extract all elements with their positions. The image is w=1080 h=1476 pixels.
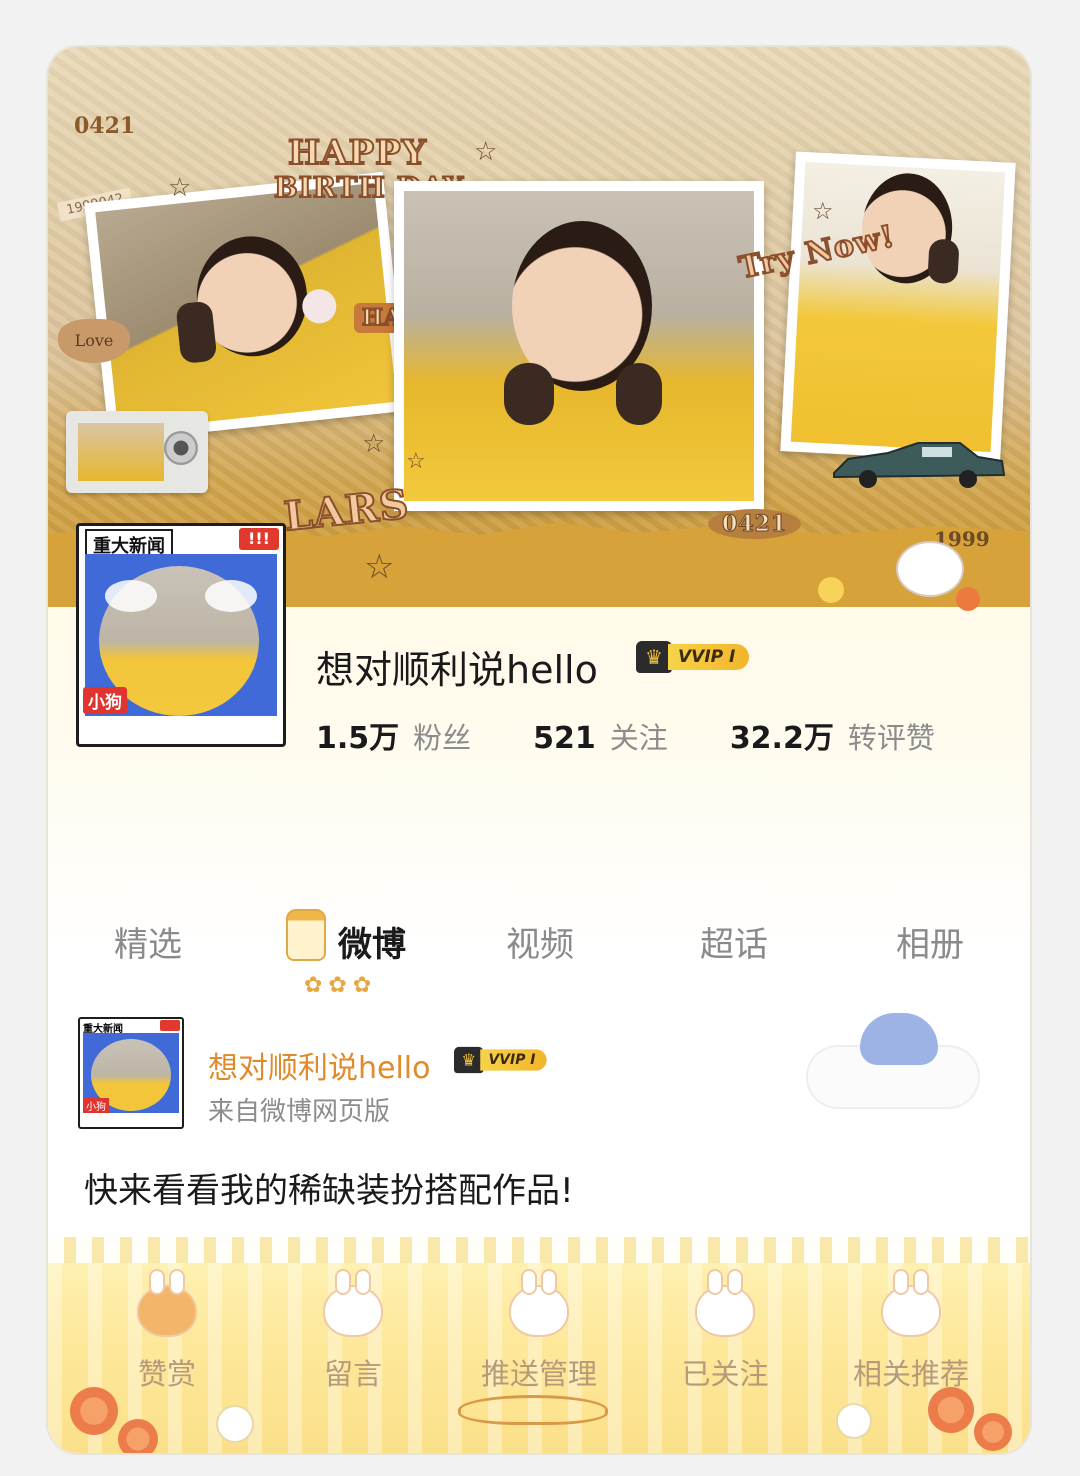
stat-label: 粉丝 [413, 721, 472, 755]
action-comment[interactable]: 留言 [278, 1271, 428, 1393]
star-icon: ☆ [362, 429, 386, 459]
camera-sticker [66, 411, 208, 493]
post-author-avatar[interactable]: 重大新闻 小狗 [78, 1017, 184, 1129]
stat-following[interactable]: 521 关注 [533, 715, 668, 757]
vvip-badge[interactable]: ♛ VVIP Ⅰ [454, 1046, 547, 1074]
stat-label: 转评赞 [847, 721, 935, 755]
star-icon: ☆ [406, 449, 426, 474]
star-icon: ☆ [474, 137, 498, 167]
action-label: 已关注 [681, 1357, 769, 1391]
action-push-settings[interactable]: 推送管理 [464, 1271, 614, 1393]
avatar-alert-badge: !!! [239, 528, 279, 550]
rose-icon [974, 1413, 1012, 1451]
flower-icon [956, 587, 980, 611]
flower-icon [838, 1405, 870, 1437]
star-icon: ☆ [812, 197, 834, 225]
date-oval-sticker: 0421 [708, 509, 802, 539]
action-label: 推送管理 [480, 1357, 597, 1391]
action-reward[interactable]: 赞赏 [92, 1271, 242, 1393]
speech-bubble-icon [105, 580, 157, 612]
bunny-icon [898, 543, 962, 595]
profile-stats: 1.5万 粉丝 521 关注 32.2万 转评赞 [316, 713, 997, 757]
tab-weibo[interactable]: 微博 [302, 917, 442, 966]
post-text: 快来看看我的稀缺装扮搭配作品! [84, 1171, 574, 1211]
tab-supertopic[interactable]: 超话 [664, 917, 804, 966]
action-label: 相关推荐 [852, 1357, 969, 1391]
tab-featured[interactable]: 精选 [78, 917, 218, 966]
bunny-icon [511, 1271, 567, 1335]
stat-value: 521 [533, 721, 596, 756]
lace-border [48, 1237, 1030, 1263]
flower-icon [818, 577, 844, 603]
stat-interactions[interactable]: 32.2万 转评赞 [730, 713, 935, 757]
profile-card: 0421 1999042 Love HAPPY BIRTH DAY HAPPY [48, 47, 1030, 1453]
vvip-label: VVIP Ⅰ [480, 1049, 547, 1071]
bunny-icon [325, 1271, 381, 1335]
fox-icon [139, 1271, 195, 1335]
speech-bubble-icon [205, 580, 257, 612]
bunny-icon [883, 1271, 939, 1335]
banner-number: 0421 [74, 113, 136, 139]
banner-photo-center [394, 181, 764, 511]
profile-avatar[interactable]: 重大新闻 !!! 小狗 [76, 523, 286, 747]
star-icon: ☆ [364, 547, 395, 587]
cloud-decoration [808, 1013, 978, 1107]
avatar-puppy-tag: 小狗 [83, 687, 127, 714]
stat-followers[interactable]: 1.5万 粉丝 [316, 713, 471, 757]
happy-headline: HAPPY [287, 132, 427, 174]
car-sticker [833, 442, 1006, 488]
rose-icon [118, 1419, 158, 1453]
stat-label: 关注 [609, 721, 668, 755]
profile-name: 想对顺利说hello [316, 648, 598, 692]
crown-icon: ♛ [454, 1046, 484, 1074]
action-recommend[interactable]: 相关推荐 [836, 1271, 986, 1393]
bird-icon [860, 1013, 938, 1065]
action-label: 赞赏 [137, 1357, 196, 1391]
bunny-icon [697, 1271, 753, 1335]
action-label: 留言 [323, 1357, 382, 1391]
bow-icon: ✿✿✿ [304, 973, 378, 998]
rose-icon [70, 1387, 118, 1435]
post-source: 来自微博网页版 [208, 1097, 391, 1127]
star-icon: ☆ [168, 173, 192, 203]
profile-tabs: 精选 微博 ✿✿✿ 视频 超话 相册 [48, 909, 1030, 998]
vvip-label: VVIP Ⅰ [668, 644, 750, 670]
stat-value: 1.5万 [316, 721, 400, 756]
rose-icon [928, 1387, 974, 1433]
crown-icon: ♛ [636, 641, 672, 673]
flower-icon [218, 1407, 252, 1441]
vvip-badge[interactable]: ♛ VVIP Ⅰ [636, 641, 750, 673]
avatar-puppy-tag: 小狗 [83, 1098, 109, 1113]
action-followed[interactable]: 已关注 [650, 1271, 800, 1393]
post-author-name[interactable]: 想对顺利说hello [208, 1043, 431, 1087]
love-heart-sticker: Love [58, 319, 130, 363]
avatar-alert-badge [160, 1020, 180, 1031]
tab-album[interactable]: 相册 [860, 917, 1000, 966]
stat-value: 32.2万 [729, 721, 834, 756]
tab-video[interactable]: 视频 [470, 917, 610, 966]
ribbon-bow-icon [458, 1395, 608, 1425]
